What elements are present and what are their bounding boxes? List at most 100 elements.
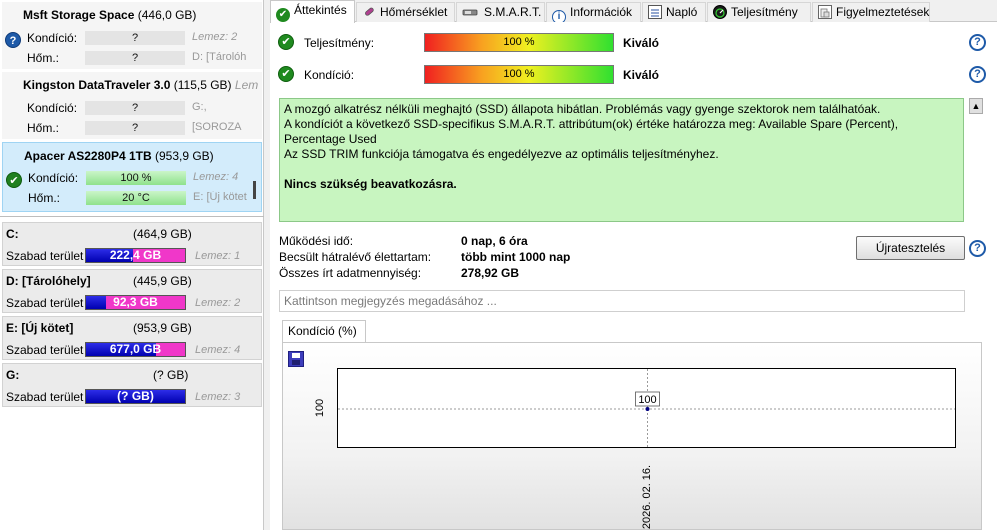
tab-performance[interactable]: Teljesítmény [707,2,811,22]
data-point [645,407,650,411]
disk-name: Kingston DataTraveler 3.0 [23,78,171,92]
x-tick-label: 2026. 02. 16. [640,464,653,530]
status-description: A mozgó alkatrész nélküli meghajtó (SSD)… [279,98,964,222]
volume-item-d[interactable]: D: [Tárolóhely] (445,9 GB) Szabad terüle… [2,269,262,313]
disk-number: Lemez: 1 [195,250,241,262]
log-icon [648,5,662,19]
free-space-value: 222,4 GB [109,248,162,262]
condition-label: Kondíció: [27,31,78,45]
volume-size: (953,9 GB) [133,321,192,335]
tab-label: Napló [666,5,698,19]
condition-label: Kondíció: [27,101,78,115]
performance-label: Teljesítmény: [304,36,375,50]
ok-check-icon: ✔ [278,34,294,50]
written-label: Összes írt adatmennyiség: [279,266,422,280]
disk-number: Lemez: 2 [192,31,238,43]
data-label: 100 [638,394,656,406]
free-space-value: (? GB) [117,389,154,403]
disk-size: (953,9 GB) [154,149,214,163]
tab-bar: ✔ Áttekintés Hőmérséklet S.M.A.R.T. i Info… [270,0,997,24]
uptime-label: Működési idő: [279,234,354,248]
volume-name: E: [Új kötet] [6,321,74,335]
tab-label: Figyelmeztetések [836,5,930,19]
condition-value: Kiváló [623,68,660,82]
free-space-bar: (? GB) [85,389,186,404]
help-icon[interactable]: ? [969,240,986,257]
free-space-value: 92,3 GB [113,295,158,309]
disk-item-kingston[interactable]: Kingston DataTraveler 3.0 (115,5 GB) Lem… [2,72,262,140]
free-space-bar: 677,0 GB [85,342,186,357]
temperature-bar: 20 °C [86,191,186,205]
tab-info[interactable]: i Információk [546,2,641,24]
tab-label: Teljesítmény [731,5,798,19]
disk-item-apacer[interactable]: Apacer AS2280P4 1TB (953,9 GB) ✔ Kondíci… [2,142,262,212]
status-line: A mozgó alkatrész nélküli meghajtó (SSD)… [284,102,881,116]
disk-volume-name: [SOROZA [192,121,242,133]
disk-number: Lemez: 3 [195,391,241,403]
disk-volumes: G:, [192,101,207,113]
main-panel: ✔ Áttekintés Hőmérséklet S.M.A.R.T. i Info… [270,0,997,530]
disk-item-storage-space[interactable]: Msft Storage Space (446,0 GB) ? Kondíció… [2,2,262,70]
help-icon[interactable]: ? [969,34,986,51]
condition-label: Kondíció: [28,171,79,185]
save-icon[interactable] [288,351,304,367]
speed-icon [713,5,727,19]
volume-item-e[interactable]: E: [Új kötet] (953,9 GB) Szabad terület … [2,316,262,360]
volume-item-g[interactable]: G: (? GB) Szabad terület (? GB) Lemez: 3 [2,363,262,407]
disk-volumes: D: [Tárolóh [192,51,247,63]
condition-row: Kondíció: 100 % Lemez: 4 [3,170,263,186]
temperature-bar: ? [85,51,185,65]
temperature-row: Hőm.: 20 °C E: [Új kötet [3,190,263,206]
disk-list-panel: Msft Storage Space (446,0 GB) ? Kondíció… [0,0,264,530]
scrollbar-thumb[interactable] [253,181,256,199]
temperature-row: Hőm.: ? D: [Tárolóh [2,50,262,66]
tab-smart[interactable]: S.M.A.R.T. [456,2,545,22]
free-space-label: Szabad terület [6,390,84,404]
volume-name: D: [Tárolóhely] [6,274,91,288]
tab-condition-chart[interactable]: Kondíció (%) [282,320,366,342]
temperature-bar: ? [85,121,185,135]
condition-label: Kondíció: [304,68,355,82]
retest-button[interactable]: Újratesztelés [856,236,965,260]
condition-bar: 100 % [86,171,186,185]
status-action: Nincs szükség beavatkozásra. [284,177,457,191]
y-tick-label: 100 [314,398,327,418]
free-space-bar: 92,3 GB [85,295,186,310]
tab-log[interactable]: Napló [642,2,706,22]
temperature-row: Hőm.: ? [SOROZA [2,120,262,136]
disk-number: Lem [234,78,259,92]
alert-icon [818,5,832,19]
free-space-label: Szabad terület [6,249,84,263]
divider [0,216,264,217]
chart-plot: 100 [337,368,956,448]
help-icon[interactable]: ? [969,66,986,83]
volume-name: G: [6,368,20,382]
condition-bar: ? [85,31,185,45]
disk-number: Lemez: 4 [193,171,239,183]
disk-number: Lemez: 4 [195,344,241,356]
smart-icon [462,5,480,19]
lifetime-value: több mint 1000 nap [461,250,571,264]
temperature-label: Hőm.: [27,121,60,135]
note-input[interactable]: Kattintson megjegyzés megadásához ... [279,290,965,312]
disk-volumes: E: [Új kötet [193,191,247,203]
condition-bar: ? [85,101,185,115]
tab-label: Információk [570,5,633,19]
performance-bar: 100 % [424,33,614,52]
volume-item-c[interactable]: C: (464,9 GB) Szabad terület 222,4 GB Le… [2,222,262,266]
free-space-value: 677,0 GB [109,342,162,356]
tab-label: S.M.A.R.T. [484,5,542,19]
uptime-value: 0 nap, 6 óra [461,234,528,248]
check-icon: ✔ [276,8,290,22]
disk-size: (446,0 GB) [137,8,197,22]
overview-content: ✔ Teljesítmény: 100 % Kiváló ? ✔ Kondíci… [270,22,997,530]
tab-temperature[interactable]: Hőmérséklet [356,2,455,22]
volume-name: C: [6,227,19,241]
performance-value: Kiváló [623,36,660,50]
lifetime-label: Becsült hátralévő élettartam: [279,250,432,264]
free-space-label: Szabad terület [6,343,84,357]
tab-alerts[interactable]: Figyelmeztetések [812,2,930,22]
status-scroll-button[interactable]: ▲ [969,98,983,114]
condition-row: Kondíció: ? G:, [2,100,262,116]
tab-overview[interactable]: ✔ Áttekintés [270,0,355,23]
